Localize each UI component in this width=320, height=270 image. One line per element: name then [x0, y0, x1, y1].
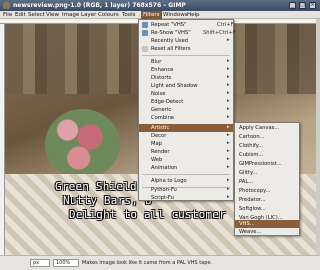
chevron-right-icon: ▸ [227, 106, 230, 112]
menu-item-cubism[interactable]: Cubism... [235, 151, 299, 159]
chevron-right-icon: ▸ [227, 148, 230, 154]
menu-item-noise[interactable]: Noise ▸ [139, 90, 233, 98]
chevron-right-icon: ▸ [227, 164, 230, 170]
chevron-right-icon: ▸ [227, 194, 230, 200]
vertical-scrollbar[interactable] [316, 19, 320, 255]
chevron-right-icon: ▸ [227, 186, 230, 192]
menu-item-gimpressionist[interactable]: GIMPressionist... [235, 160, 299, 168]
menu-filters[interactable]: Filters [141, 11, 162, 19]
menu-item-recently-used[interactable]: Recently Used ▸ [139, 37, 233, 45]
menu-item-script-fu[interactable]: Script-Fu ▸ [139, 194, 233, 202]
menu-item-distorts[interactable]: Distorts ▸ [139, 74, 233, 82]
reset-icon [142, 46, 148, 52]
image-text-line-3: Delight to all customer [69, 208, 226, 221]
chevron-right-icon: ▸ [227, 90, 230, 96]
menu-separator [142, 174, 230, 175]
menu-item-enhance[interactable]: Enhance ▸ [139, 66, 233, 74]
menu-item-reshow-vhs[interactable]: Re-Show "VHS" Shift+Ctrl+F [139, 29, 236, 37]
menu-item-python-fu[interactable]: Python-Fu ▸ [139, 186, 233, 194]
photo-roses [45, 109, 120, 179]
gimp-window: newsreview.png-1.0 (RGB, 1 layer) 768x57… [0, 0, 320, 270]
menu-item-light-and-shadow[interactable]: Light and Shadow ▸ [139, 82, 233, 90]
menu-item-repeat-vhs[interactable]: Repeat "VHS" Ctrl+F [139, 21, 234, 29]
menu-item-generic[interactable]: Generic ▸ [139, 106, 233, 114]
menu-item-animation[interactable]: Animation ▸ [139, 164, 233, 172]
chevron-right-icon: ▸ [227, 114, 230, 120]
zoom-select[interactable]: 100% [53, 259, 79, 267]
chevron-right-icon: ▸ [227, 98, 230, 104]
maximize-icon[interactable]: □ [299, 2, 306, 9]
chevron-right-icon: ▸ [227, 66, 230, 72]
menu-item-apply-canvas[interactable]: Apply Canvas... [235, 124, 299, 132]
menu-view[interactable]: View [46, 12, 59, 18]
menu-help[interactable]: Help [187, 12, 200, 18]
menu-item-artistic[interactable]: Artistic ▸ [139, 124, 233, 132]
menu-item-softglow[interactable]: Softglow... [235, 205, 299, 213]
menu-item-combine[interactable]: Combine ▸ [139, 114, 233, 122]
menu-item-weave[interactable]: Weave... [235, 228, 299, 236]
status-bar: px 100% Makes image look like it came fr… [0, 255, 320, 270]
menu-item-vhs[interactable]: VHS... [235, 220, 299, 228]
repeat-icon [142, 22, 148, 28]
chevron-right-icon: ▸ [227, 124, 230, 130]
reshow-icon [142, 30, 148, 36]
menu-item-edge-detect[interactable]: Edge-Detect ▸ [139, 98, 233, 106]
menu-item-blur[interactable]: Blur ▸ [139, 58, 233, 66]
menu-item-photocopy[interactable]: Photocopy... [235, 187, 299, 195]
menu-separator [142, 55, 230, 56]
menu-bar: File Edit Select View Image Layer Colour… [0, 11, 320, 19]
chevron-right-icon: ▸ [227, 177, 230, 183]
menu-item-map[interactable]: Map ▸ [139, 140, 233, 148]
menu-item-predator[interactable]: Predator... [235, 196, 299, 204]
menu-image[interactable]: Image [62, 12, 79, 18]
menu-item-web[interactable]: Web ▸ [139, 156, 233, 164]
unit-select[interactable]: px [30, 259, 50, 267]
menu-item-render[interactable]: Render ▸ [139, 148, 233, 156]
chevron-right-icon: ▸ [227, 37, 230, 43]
filters-menu: Repeat "VHS" Ctrl+F Re-Show "VHS" Shift+… [138, 19, 236, 202]
chevron-right-icon: ▸ [227, 132, 230, 138]
menu-item-reset-all-filters[interactable]: Reset all Filters [139, 45, 233, 53]
title-bar: newsreview.png-1.0 (RGB, 1 layer) 768x57… [0, 0, 320, 11]
menu-file[interactable]: File [3, 12, 12, 18]
chevron-right-icon: ▸ [227, 140, 230, 146]
menu-item-cartoon[interactable]: Cartoon... [235, 133, 299, 141]
menu-item-clothify[interactable]: Clothify... [235, 142, 299, 150]
menu-tools[interactable]: Tools [122, 12, 136, 18]
menu-edit[interactable]: Edit [15, 12, 26, 18]
menu-select[interactable]: Select [28, 12, 45, 18]
window-title: newsreview.png-1.0 (RGB, 1 layer) 768x57… [13, 2, 186, 9]
gimp-app-icon [3, 2, 10, 9]
artistic-submenu: Apply Canvas... Cartoon... Clothify... C… [234, 122, 300, 236]
menu-windows[interactable]: Windows [163, 12, 188, 18]
chevron-right-icon: ▸ [227, 58, 230, 64]
chevron-right-icon: ▸ [227, 74, 230, 80]
menu-item-decor[interactable]: Decor ▸ [139, 132, 233, 140]
image-text-line-1: Green Shield S [55, 180, 151, 193]
menu-colours[interactable]: Colours [98, 12, 119, 18]
chevron-right-icon: ▸ [227, 82, 230, 88]
minimize-icon[interactable]: _ [289, 2, 296, 9]
chevron-right-icon: ▸ [227, 156, 230, 162]
menu-layer[interactable]: Layer [81, 12, 96, 18]
menu-item-alpha-to-logo[interactable]: Alpha to Logo ▸ [139, 177, 233, 185]
menu-item-pal[interactable]: PAL... [235, 178, 299, 186]
status-message: Makes image look like it came from a PAL… [82, 260, 213, 266]
menu-item-glitty[interactable]: Glitty... [235, 169, 299, 177]
close-icon[interactable]: × [309, 2, 316, 9]
